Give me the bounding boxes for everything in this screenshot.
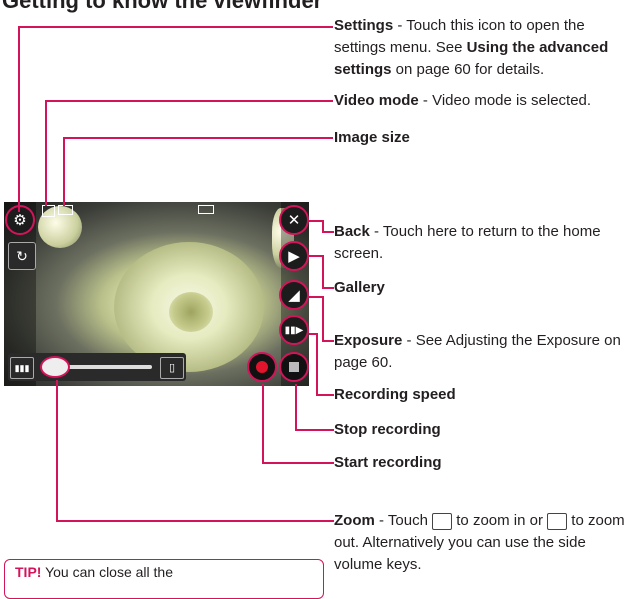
callout-line-video-h: [45, 100, 333, 102]
callout-line-stop-h: [295, 429, 334, 431]
record-icon: [256, 361, 268, 373]
annotation-label: Back: [334, 223, 370, 240]
annotation-exposure: Exposure - See Adjusting the Exposure on…: [334, 330, 634, 374]
annotation-zoom: Zoom - Touch to zoom in or to zoom out. …: [334, 510, 634, 576]
tip-text: You can close all the: [41, 564, 173, 580]
camera-swap-icon: ↻: [16, 248, 28, 264]
zoom-out-button[interactable]: ▮▮▮: [10, 357, 34, 379]
callout-line-exposure-c: [322, 340, 334, 342]
callout-line-video-v: [45, 100, 47, 206]
annotation-start-recording: Start recording: [334, 452, 634, 474]
annotation-text: - Touch: [374, 512, 433, 529]
callout-line-gallery-c: [322, 287, 334, 289]
flower-center: [169, 292, 213, 332]
callout-line-settings-v: [18, 26, 20, 212]
zoom-in-button[interactable]: ▯: [160, 357, 184, 379]
callout-line-back-c: [322, 231, 334, 233]
exposure-icon: ◢: [288, 287, 300, 304]
zoom-out-icon: ▮▮▮: [14, 363, 30, 373]
annotation-label: Zoom: [334, 512, 375, 529]
annotation-label: Image size: [334, 129, 410, 146]
gallery-icon: ▶: [288, 248, 300, 265]
annotation-label: Start recording: [334, 454, 442, 471]
stop-recording-button[interactable]: [279, 352, 309, 382]
zoom-bar: ▮▮▮ ▯: [8, 353, 186, 381]
annotation-gallery: Gallery: [334, 277, 634, 299]
callout-line-gallery-a: [309, 255, 323, 257]
callout-line-zoom-h: [56, 520, 334, 522]
callout-line-speed-b: [316, 333, 318, 395]
exposure-button[interactable]: ◢: [279, 280, 309, 310]
annotation-text: to zoom in or: [452, 512, 548, 529]
callout-line-gallery-b: [322, 255, 324, 288]
viewfinder-screen: ⚙ ↻ ✕ ▶ ◢ ▮▮▶ ▮▮▮ ▯: [4, 202, 309, 386]
annotation-label: Settings: [334, 17, 394, 34]
zoom-in-icon: [432, 512, 453, 530]
gear-icon: ⚙: [13, 212, 27, 229]
callout-line-stop-v: [295, 384, 297, 430]
callout-line-exposure-a: [309, 296, 323, 298]
annotation-video-mode: Video mode - Video mode is selected.: [334, 90, 634, 112]
annotation-label: Stop recording: [334, 421, 441, 438]
annotation-tail: on page 60 for details.: [391, 61, 545, 78]
annotation-image-size: Image size: [334, 127, 634, 149]
gallery-button[interactable]: ▶: [279, 241, 309, 271]
annotation-stop-recording: Stop recording: [334, 419, 634, 441]
annotation-settings: Settings - Touch this icon to open the s…: [334, 15, 634, 81]
annotation-back: Back - Touch here to return to the home …: [334, 221, 634, 265]
start-recording-button[interactable]: [247, 352, 277, 382]
image-size-icon: [58, 205, 73, 215]
recording-speed-button[interactable]: ▮▮▶: [279, 315, 309, 345]
stop-icon: [289, 362, 299, 372]
back-button[interactable]: ✕: [279, 205, 309, 235]
annotation-recording-speed: Recording speed: [334, 384, 634, 406]
recording-speed-icon: ▮▮▶: [284, 324, 304, 336]
callout-line-start-h: [262, 462, 334, 464]
zoom-in-icon: ▯: [168, 362, 176, 374]
annotation-label: Recording speed: [334, 386, 456, 403]
callout-line-zoom-v: [56, 380, 58, 521]
callout-line-exposure-b: [322, 296, 324, 341]
callout-line-back-a: [309, 220, 323, 222]
battery-icon: [198, 205, 214, 214]
tip-label: TIP!: [15, 564, 42, 580]
callout-line-speed-c: [316, 394, 334, 396]
page-title: Getting to know the viewfinder: [2, 0, 323, 13]
annotation-text: - Video mode is selected.: [418, 92, 592, 109]
callout-line-imagesize-h: [63, 137, 333, 139]
video-camera-icon: [42, 205, 55, 217]
callout-line-start-v: [262, 384, 264, 463]
tip-box: TIP! You can close all the: [4, 559, 324, 599]
close-icon: ✕: [287, 212, 301, 229]
zoom-handle[interactable]: [40, 356, 70, 378]
camera-swap-button[interactable]: ↻: [8, 242, 36, 270]
settings-button[interactable]: ⚙: [5, 205, 35, 235]
annotation-label: Gallery: [334, 279, 385, 296]
annotation-text: - Touch here to return to the home scree…: [334, 223, 601, 262]
zoom-out-icon: [547, 512, 568, 530]
annotation-label: Exposure: [334, 332, 403, 349]
annotation-label: Video mode: [334, 92, 419, 109]
callout-line-settings-h: [18, 26, 333, 28]
callout-line-imagesize-v: [63, 137, 65, 206]
